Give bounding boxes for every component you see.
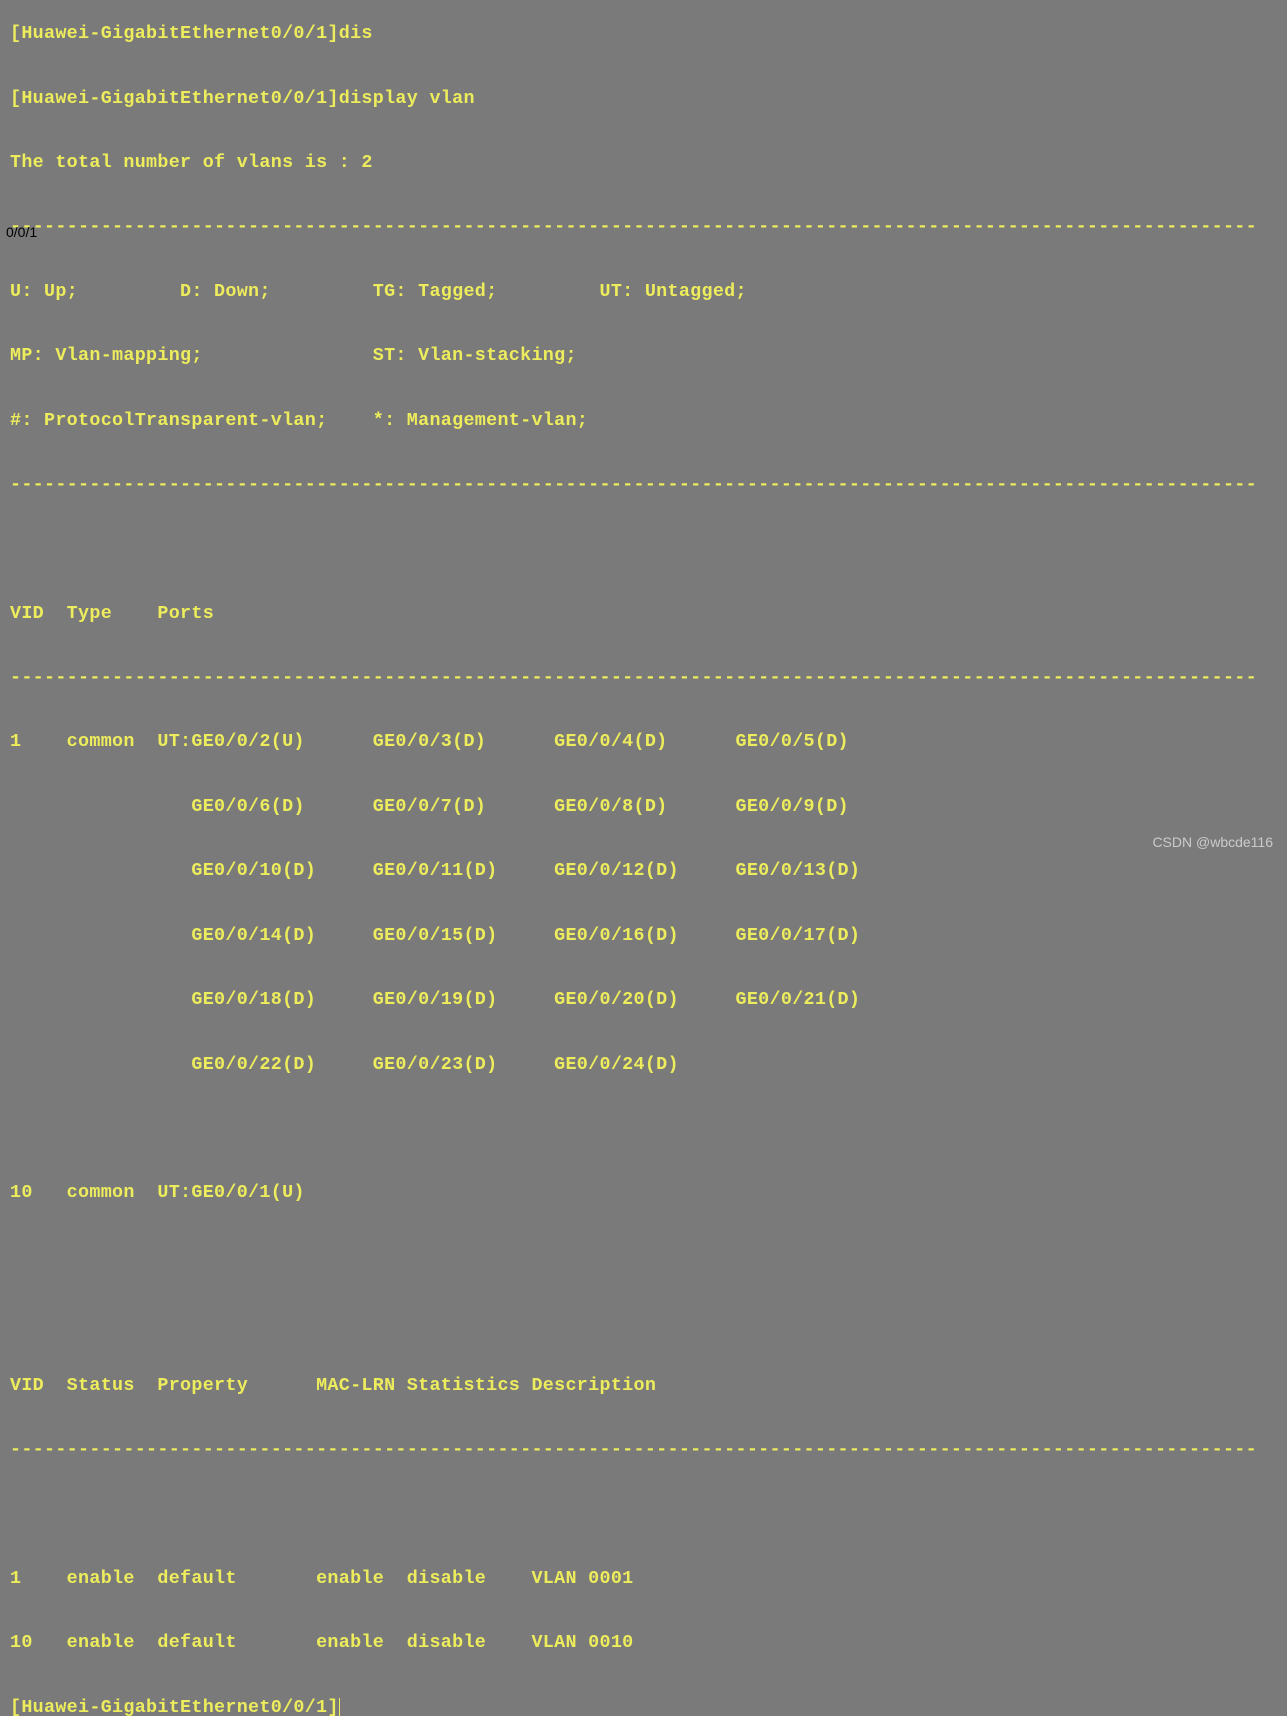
blank-line (10, 533, 1277, 565)
legend-line: U: Up; D: Down; TG: Tagged; UT: Untagged… (10, 276, 1277, 308)
output-line: [Huawei-GigabitEthernet0/0/1]dis (10, 18, 1277, 50)
terminal-output[interactable]: [Huawei-GigabitEthernet0/0/1]dis [Huawei… (0, 0, 1287, 1716)
legend-line: MP: Vlan-mapping; ST: Vlan-stacking; (10, 340, 1277, 372)
blank-line (10, 1306, 1277, 1338)
vlan-row: GE0/0/22(D) GE0/0/23(D) GE0/0/24(D) (10, 1049, 1277, 1081)
vlan-row: GE0/0/6(D) GE0/0/7(D) GE0/0/8(D) GE0/0/9… (10, 791, 1277, 823)
prompt-line[interactable]: [Huawei-GigabitEthernet0/0/1] (10, 1692, 1277, 1716)
blank-line (10, 1242, 1277, 1274)
ports-header: VID Type Ports (10, 598, 1277, 630)
status-header: VID Status Property MAC-LRN Statistics D… (10, 1370, 1277, 1402)
vlan-row: GE0/0/10(D) GE0/0/11(D) GE0/0/12(D) GE0/… (10, 855, 1277, 887)
status-row: 10 enable default enable disable VLAN 00… (10, 1627, 1277, 1659)
output-line-command: [Huawei-GigabitEthernet0/0/1]display vla… (10, 83, 1277, 115)
divider-line: ----------------------------------------… (10, 211, 1277, 243)
vlan-row: GE0/0/14(D) GE0/0/15(D) GE0/0/16(D) GE0/… (10, 920, 1277, 952)
divider-line: ----------------------------------------… (10, 662, 1277, 694)
status-row: 1 enable default enable disable VLAN 000… (10, 1563, 1277, 1595)
vlan-row: GE0/0/18(D) GE0/0/19(D) GE0/0/20(D) GE0/… (10, 984, 1277, 1016)
legend-line: #: ProtocolTransparent-vlan; *: Manageme… (10, 405, 1277, 437)
blank-line (10, 1499, 1277, 1531)
output-line-total: The total number of vlans is : 2 (10, 147, 1277, 179)
divider-line: ----------------------------------------… (10, 469, 1277, 501)
interface-label-overlay: 0/0/1 (6, 224, 37, 240)
blank-line (10, 1113, 1277, 1145)
vlan-row: 1 common UT:GE0/0/2(U) GE0/0/3(D) GE0/0/… (10, 726, 1277, 758)
divider-line: ----------------------------------------… (10, 1434, 1277, 1466)
vlan-row: 10 common UT:GE0/0/1(U) (10, 1177, 1277, 1209)
watermark-label: CSDN @wbcde116 (1152, 834, 1273, 850)
